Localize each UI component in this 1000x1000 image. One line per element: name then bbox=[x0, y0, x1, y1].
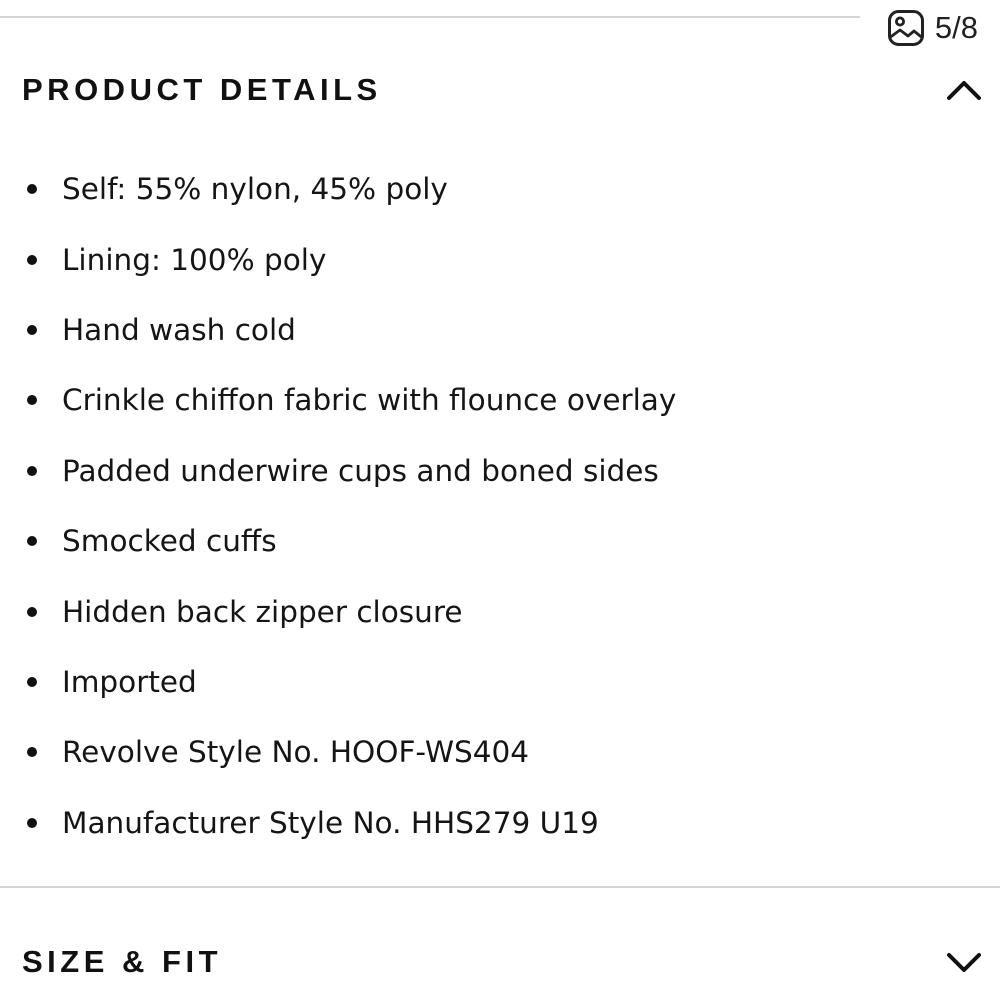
detail-text: Manufacturer Style No. HHS279 U19 bbox=[62, 805, 599, 840]
bullet-icon bbox=[27, 536, 37, 547]
image-counter-text: 5/8 bbox=[934, 10, 978, 45]
detail-text: Self: 55% nylon, 45% poly bbox=[62, 172, 448, 207]
list-item: Self: 55% nylon, 45% poly bbox=[0, 154, 676, 224]
bullet-icon bbox=[27, 184, 37, 195]
product-details-header[interactable]: PRODUCT DETAILS bbox=[22, 66, 982, 114]
detail-text: Revolve Style No. HOOF-WS404 bbox=[62, 735, 530, 770]
bullet-icon bbox=[27, 465, 37, 476]
detail-text: Smocked cuffs bbox=[62, 524, 277, 559]
bullet-icon bbox=[27, 747, 37, 758]
detail-text: Hand wash cold bbox=[62, 312, 296, 347]
section-divider bbox=[0, 886, 1000, 888]
size-fit-title: SIZE & FIT bbox=[22, 944, 222, 979]
list-item: Imported bbox=[0, 647, 676, 717]
list-item: Lining: 100% poly bbox=[0, 224, 676, 294]
bullet-icon bbox=[27, 395, 37, 406]
list-item: Hand wash cold bbox=[0, 295, 676, 365]
bullet-icon bbox=[27, 254, 37, 265]
detail-text: Hidden back zipper closure bbox=[62, 594, 463, 629]
detail-text: Padded underwire cups and boned sides bbox=[62, 453, 659, 488]
product-details-list: Self: 55% nylon, 45% poly Lining: 100% p… bbox=[0, 154, 676, 858]
image-icon bbox=[887, 9, 925, 47]
detail-text: Crinkle chiffon fabric with flounce over… bbox=[62, 383, 677, 418]
top-divider bbox=[0, 16, 860, 18]
chevron-down-icon[interactable] bbox=[946, 951, 982, 973]
bullet-icon bbox=[27, 324, 37, 335]
bullet-icon bbox=[27, 676, 37, 687]
list-item: Padded underwire cups and boned sides bbox=[0, 436, 676, 506]
list-item: Smocked cuffs bbox=[0, 506, 676, 576]
list-item: Crinkle chiffon fabric with flounce over… bbox=[0, 365, 676, 435]
list-item: Revolve Style No. HOOF-WS404 bbox=[0, 717, 676, 787]
image-counter[interactable]: 5/8 bbox=[887, 6, 978, 50]
detail-text: Imported bbox=[62, 664, 197, 699]
size-fit-header[interactable]: SIZE & FIT bbox=[22, 938, 982, 986]
detail-text: Lining: 100% poly bbox=[62, 242, 327, 277]
bullet-icon bbox=[27, 817, 37, 828]
bullet-icon bbox=[27, 606, 37, 617]
list-item: Hidden back zipper closure bbox=[0, 576, 676, 646]
product-details-title: PRODUCT DETAILS bbox=[22, 72, 382, 107]
list-item: Manufacturer Style No. HHS279 U19 bbox=[0, 788, 676, 858]
chevron-up-icon[interactable] bbox=[946, 79, 982, 101]
